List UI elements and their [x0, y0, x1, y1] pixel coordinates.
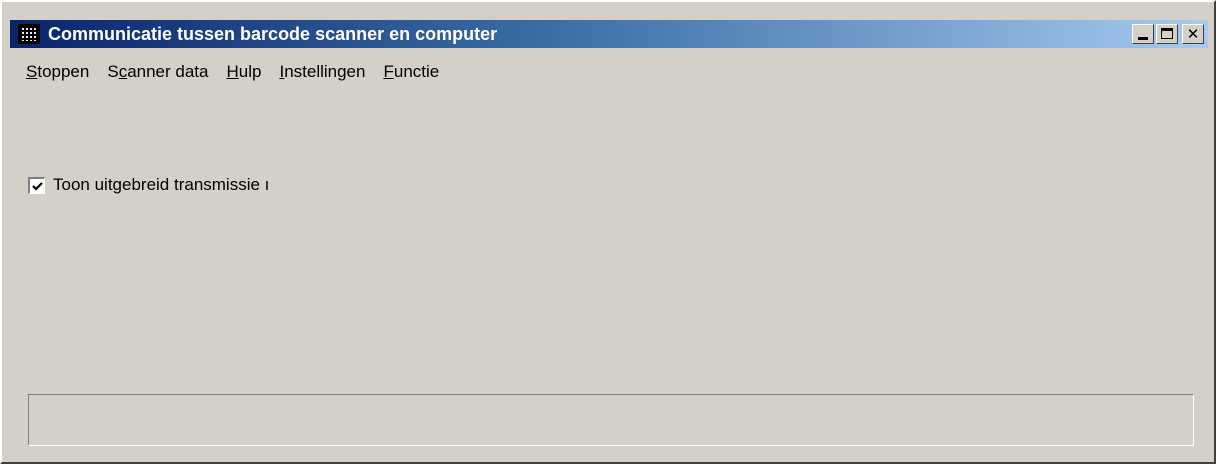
show-transmission-label: Toon uitgebreid transmissie ı — [53, 175, 270, 194]
show-transmission-checkbox[interactable] — [28, 176, 45, 194]
menu-scanner-data[interactable]: Scanner data — [107, 60, 226, 84]
menu-bar: Stoppen Scanner data Hulp Instellingen F… — [26, 60, 457, 84]
title-bar[interactable]: Communicatie tussen barcode scanner en c… — [10, 20, 1208, 48]
maximize-icon — [1161, 28, 1173, 39]
menu-instellingen[interactable]: Instellingen — [279, 60, 383, 84]
minimize-button[interactable] — [1132, 24, 1154, 44]
status-panel — [28, 394, 1194, 446]
app-window: Communicatie tussen barcode scanner en c… — [0, 0, 1216, 464]
show-transmission-option[interactable]: Toon uitgebreid transmissie ı — [28, 174, 269, 196]
minimize-icon — [1138, 37, 1148, 40]
barcode-app-icon[interactable] — [18, 24, 40, 44]
menu-hulp[interactable]: Hulp — [226, 60, 279, 84]
close-button[interactable]: ✕ — [1182, 24, 1204, 44]
menu-stoppen[interactable]: Stoppen — [26, 60, 107, 84]
window-title: Communicatie tussen barcode scanner en c… — [48, 24, 498, 44]
maximize-button[interactable] — [1156, 24, 1178, 44]
close-icon: ✕ — [1186, 25, 1200, 43]
checkmark-icon — [32, 181, 43, 191]
menu-functie[interactable]: Functie — [383, 60, 457, 84]
